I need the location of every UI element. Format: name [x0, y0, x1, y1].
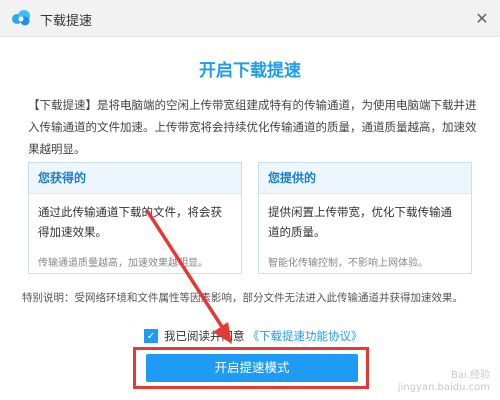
watermark: Bai 经验 jingyan.baidu.com: [398, 370, 490, 394]
annotation-arrow: [146, 210, 232, 344]
watermark-line1: Bai 经验: [451, 370, 490, 381]
watermark-line2: jingyan.baidu.com: [397, 382, 490, 393]
